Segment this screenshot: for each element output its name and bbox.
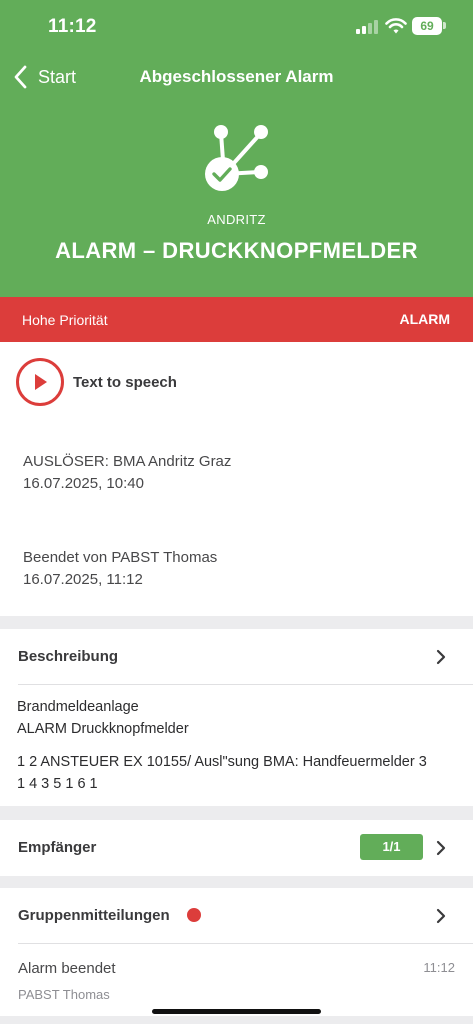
- divider: [18, 684, 473, 685]
- description-line: 1 2 ANSTEUER EX 10155/ Ausl"sung BMA: Ha…: [17, 754, 427, 770]
- description-line: ALARM Druckknopfmelder: [17, 721, 189, 737]
- text-to-speech-label: Text to speech: [73, 373, 177, 391]
- battery-cap: [443, 22, 446, 29]
- ended-line: Beendet von PABST Thomas: [23, 549, 218, 566]
- text-to-speech-button[interactable]: Text to speech: [16, 358, 177, 406]
- alarm-network-check-icon: [205, 125, 268, 191]
- recipients-header: Empfänger: [18, 839, 97, 856]
- priority-bar: Hohe Priorität ALARM: [0, 297, 473, 342]
- play-button[interactable]: [16, 358, 64, 406]
- group-messages-row[interactable]: Gruppenmitteilungen: [0, 888, 473, 944]
- alarm-title: ALARM – DRUCKKNOPFMELDER: [55, 238, 418, 263]
- ended-info: Beendet von PABST Thomas 16.07.2025, 11:…: [23, 547, 217, 591]
- organization-name: ANDRITZ: [207, 212, 266, 227]
- description-line: Brandmeldeanlage: [17, 699, 139, 715]
- message-time: 11:12: [423, 960, 455, 975]
- unread-dot-icon: [187, 908, 201, 922]
- divider: [18, 943, 473, 944]
- ended-datetime: 16.07.2025, 11:12: [23, 571, 143, 588]
- alarm-details-card: Text to speech AUSLÖSER: BMA Andritz Gra…: [0, 342, 473, 616]
- alarm-header: 11:12 69 Start Abgeschlossener Alarm AND: [0, 0, 473, 297]
- group-messages-card: Gruppenmitteilungen Alarm beendet 11:12 …: [0, 888, 473, 1016]
- page-title: Abgeschlossener Alarm: [139, 67, 334, 86]
- battery-icon: 69: [412, 17, 442, 35]
- play-icon: [35, 374, 47, 390]
- wifi-icon: [385, 18, 407, 34]
- description-row[interactable]: Beschreibung: [0, 629, 473, 685]
- description-header: Beschreibung: [18, 648, 119, 665]
- message-title: Alarm beendet: [18, 960, 116, 977]
- description-line: 1 4 3 5 1 6 1: [17, 776, 98, 792]
- chevron-right-icon: [436, 840, 446, 856]
- recipients-row[interactable]: Empfänger 1/1: [0, 820, 473, 876]
- description-card: Beschreibung Brandmeldeanlage ALARM Druc…: [0, 629, 473, 806]
- home-indicator[interactable]: [152, 1009, 321, 1014]
- message-author: PABST Thomas: [18, 987, 110, 1002]
- priority-label: Hohe Priorität: [22, 312, 108, 328]
- status-bar: 11:12 69: [0, 0, 473, 54]
- trigger-datetime: 16.07.2025, 10:40: [23, 475, 144, 492]
- status-time: 11:12: [48, 16, 97, 37]
- signal-icon: [356, 20, 378, 34]
- chevron-right-icon: [436, 908, 446, 924]
- alarm-type-label: ALARM: [399, 311, 450, 327]
- recipients-count-badge: 1/1: [360, 834, 423, 860]
- group-messages-header: Gruppenmitteilungen: [18, 907, 170, 924]
- trigger-line: AUSLÖSER: BMA Andritz Graz: [23, 453, 232, 470]
- chevron-right-icon: [436, 649, 446, 665]
- trigger-info: AUSLÖSER: BMA Andritz Graz 16.07.2025, 1…: [23, 451, 231, 495]
